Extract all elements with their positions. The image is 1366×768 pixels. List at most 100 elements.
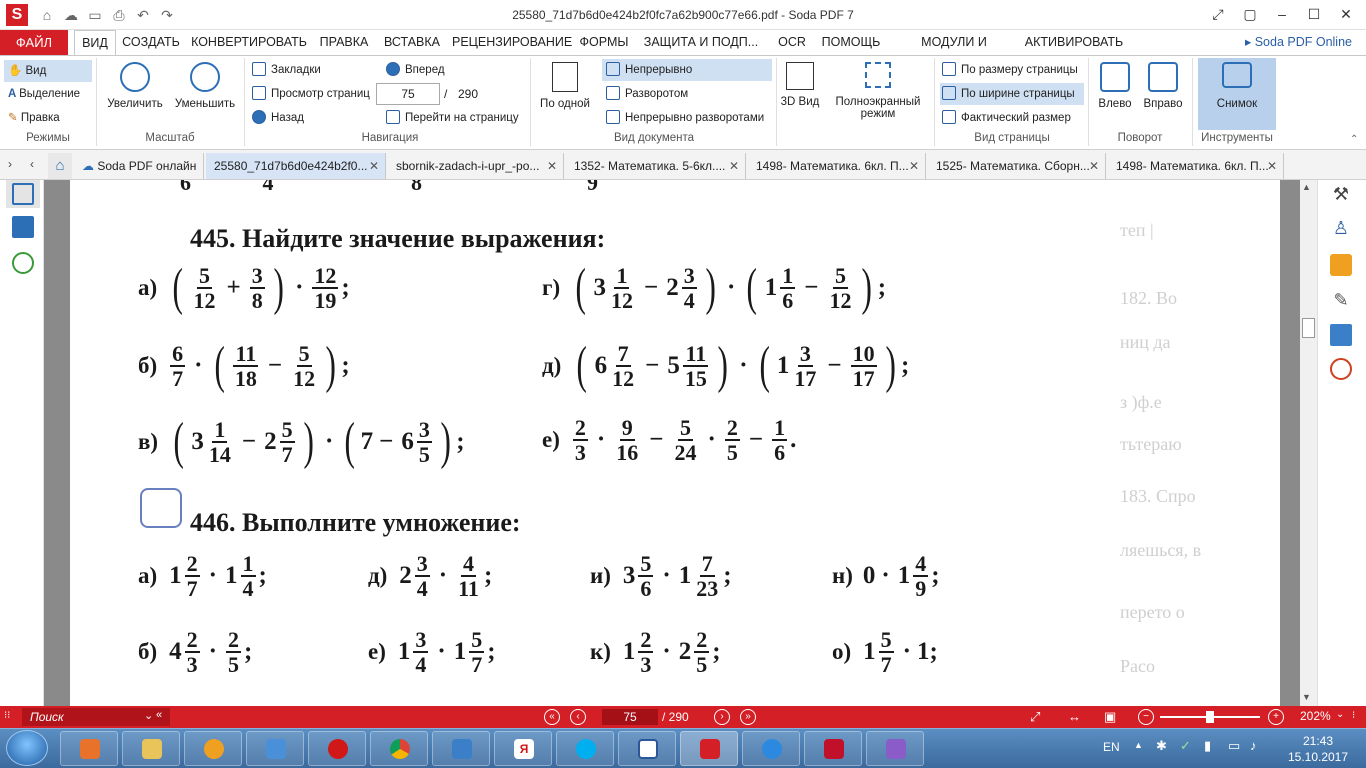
start-button[interactable] [6,730,48,766]
taskbar-editor[interactable] [866,731,924,766]
actual-size-status-icon[interactable]: ▣ [1104,709,1116,725]
menu-review[interactable]: РЕЦЕНЗИРОВАНИЕ [452,30,572,55]
search-options-icon[interactable]: ⌄ [144,709,153,722]
language-indicator[interactable]: EN [1103,740,1120,754]
certificate-icon[interactable] [1330,358,1352,380]
menu-protect[interactable]: ЗАЩИТА И ПОДП... [640,30,762,55]
comment-icon[interactable] [1330,254,1352,276]
status-page-input[interactable]: 75 [602,709,658,725]
scrollbar-thumb[interactable] [1302,318,1315,338]
tab-doc[interactable]: 1498- Математика. 6кл. П... ✕ [748,153,926,179]
mode-edit[interactable]: ✎ Правка [4,107,92,129]
menu-help[interactable]: ПОМОЩЬ [818,30,884,55]
next-page-icon[interactable]: › [714,709,730,725]
menu-modules[interactable]: МОДУЛИ И ПАКЕТЫ [894,30,1014,74]
menu-edit[interactable]: ПРАВКА [316,30,372,55]
scroll-up-icon[interactable]: ▲ [1302,182,1311,192]
forward-button[interactable]: Вперед [386,59,486,81]
soda-online-link[interactable]: ▸ Soda PDF Online [1245,30,1352,55]
actual-size-button[interactable]: Фактический размер [940,107,1084,129]
tabs-scroll-icon[interactable]: ‹ [30,157,34,171]
fit-width-status-icon[interactable]: ↔ [1068,709,1081,724]
mode-view[interactable]: ✋ Вид [4,60,92,82]
collapse-ribbon-icon[interactable]: ⌃ [1350,134,1358,145]
continuous-button[interactable]: Непрерывно [602,59,772,81]
menu-convert[interactable]: КОНВЕРТИРОВАТЬ [190,30,308,55]
home-tab-icon[interactable]: ⌂ [48,153,72,179]
tabs-menu-icon[interactable]: › [8,157,12,171]
fit-width-button[interactable]: По ширине страницы [940,83,1084,105]
prev-page-icon[interactable]: ‹ [570,709,586,725]
menu-insert[interactable]: ВСТАВКА [380,30,444,55]
taskbar-mail[interactable] [246,731,304,766]
menu-forms[interactable]: ФОРМЫ [576,30,632,55]
spread-button[interactable]: Разворотом [602,83,772,105]
back-button[interactable]: Назад [252,107,382,129]
zoom-out-status-icon[interactable]: − [1138,709,1154,725]
taskbar-kaspersky[interactable] [804,731,862,766]
zoom-in-status-icon[interactable]: + [1268,709,1284,725]
zoom-level[interactable]: 202% [1300,709,1331,723]
taskbar-media-player[interactable] [60,731,118,766]
zoom-menu-icon[interactable]: ⌄ [1336,709,1344,720]
taskbar-mail-agent[interactable] [184,731,242,766]
tab-doc[interactable]: 1352- Математика. 5-6кл.... ✕ [566,153,746,179]
menu-file[interactable]: ФАЙЛ [0,30,68,55]
restore-icon[interactable]: ▢ [1236,4,1264,24]
first-page-icon[interactable]: « [544,709,560,725]
snapshot-button[interactable]: Снимок [1198,58,1276,130]
vertical-scrollbar[interactable] [1300,180,1317,706]
taskbar-skype[interactable] [556,731,614,766]
menu-ocr[interactable]: OCR [776,30,808,55]
taskbar-soda-pdf[interactable] [680,731,738,766]
clock[interactable]: 21:43 15.10.2017 [1286,733,1350,765]
close-tab-icon[interactable]: ✕ [369,153,379,179]
tools-wrench-icon[interactable]: ⚒ [1330,184,1352,206]
fit-page-status-icon[interactable]: ⤢ [1030,709,1040,725]
continuous-spread-button[interactable]: Непрерывно разворотами [602,107,772,129]
maximize-button[interactable]: ☐ [1300,4,1328,24]
stamp-icon[interactable]: ♙ [1330,218,1352,240]
page-number-input[interactable]: 75 [376,83,440,105]
layers-icon[interactable] [1330,324,1352,346]
taskbar-audio[interactable] [432,731,490,766]
close-tab-icon[interactable]: ✕ [1267,153,1277,179]
view-3d-button[interactable]: 3D Вид [780,62,820,108]
close-tab-icon[interactable]: ✕ [729,153,739,179]
mode-select[interactable]: A Выделение [4,83,92,105]
tab-doc[interactable]: 1525- Математика. Сборн... ✕ [928,153,1106,179]
menu-activate[interactable]: АКТИВИРОВАТЬ [1022,30,1126,55]
search-prev-icon[interactable]: « [156,709,162,721]
taskbar-yandex[interactable]: Я [494,731,552,766]
last-page-icon[interactable]: » [740,709,756,725]
single-page-button[interactable]: По одной [534,62,596,110]
minimize-button[interactable]: – [1268,4,1296,24]
close-tab-icon[interactable]: ✕ [547,153,557,179]
page-view-button[interactable]: Просмотр страниц [252,83,382,105]
menu-view[interactable]: ВИД [74,30,116,55]
tab-doc[interactable]: sbornik-zadach-i-upr_-ро... ✕ [388,153,564,179]
bookmarks-icon[interactable] [12,216,34,238]
taskbar-ie[interactable] [742,731,800,766]
taskbar-explorer[interactable] [122,731,180,766]
tab-doc[interactable]: 1498- Математика. 6кл. П... ✕ [1108,153,1284,179]
menu-create[interactable]: СОЗДАТЬ [120,30,182,55]
links-icon[interactable] [12,252,34,274]
fullscreen-button[interactable]: Полноэкранный режим [828,62,928,120]
tray-expand-icon[interactable]: ▲ [1134,740,1143,750]
fit-page-button[interactable]: По размеру страницы [940,59,1084,81]
taskbar-chrome[interactable] [370,731,428,766]
close-button[interactable]: ✕ [1332,4,1360,24]
close-tab-icon[interactable]: ✕ [909,153,919,179]
tray-signal-icon[interactable]: ▮ [1204,738,1211,754]
goto-page-button[interactable]: Перейти на страницу [386,107,526,129]
bookmarks-button[interactable]: Закладки [252,59,382,81]
fullscreen-icon[interactable]: ⤢ [1204,4,1232,24]
taskbar-word[interactable] [618,731,676,766]
attachment-icon[interactable]: ✎ [1330,290,1352,312]
tray-network-icon[interactable]: ✱ [1156,738,1167,754]
close-tab-icon[interactable]: ✕ [1089,153,1099,179]
zoom-in-button[interactable]: Увеличить [100,62,170,110]
taskbar-opera[interactable] [308,731,366,766]
tray-app-icon[interactable]: ✓ [1180,738,1191,754]
